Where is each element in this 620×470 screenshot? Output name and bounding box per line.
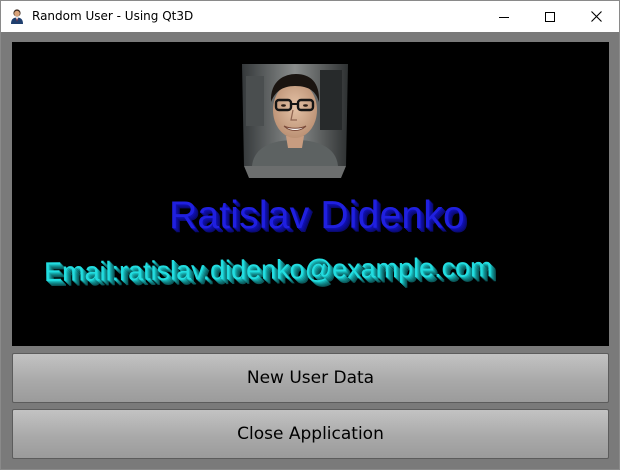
profile-photo: [242, 64, 348, 178]
maximize-button[interactable]: [527, 1, 573, 32]
minimize-icon: [499, 16, 509, 18]
user-name: Ratislav Didenko: [169, 194, 465, 237]
minimize-button[interactable]: [481, 1, 527, 32]
window-title: Random User - Using Qt3D: [32, 9, 194, 23]
new-user-data-button[interactable]: New User Data: [12, 353, 609, 403]
qt3d-scene-view: Ratislav Didenko Email:ratislav.didenko@…: [12, 42, 609, 346]
close-window-button[interactable]: [573, 1, 619, 32]
maximize-icon: [545, 11, 555, 22]
close-icon: [590, 11, 602, 22]
title-bar[interactable]: Random User - Using Qt3D: [1, 1, 619, 32]
user-avatar-icon: [11, 9, 23, 24]
app-window: Random User - Using Qt3D Ratislav Didenk…: [0, 0, 620, 470]
close-application-button[interactable]: Close Application: [12, 409, 609, 459]
user-email: Email:ratislav.didenko@example.com: [43, 252, 493, 287]
